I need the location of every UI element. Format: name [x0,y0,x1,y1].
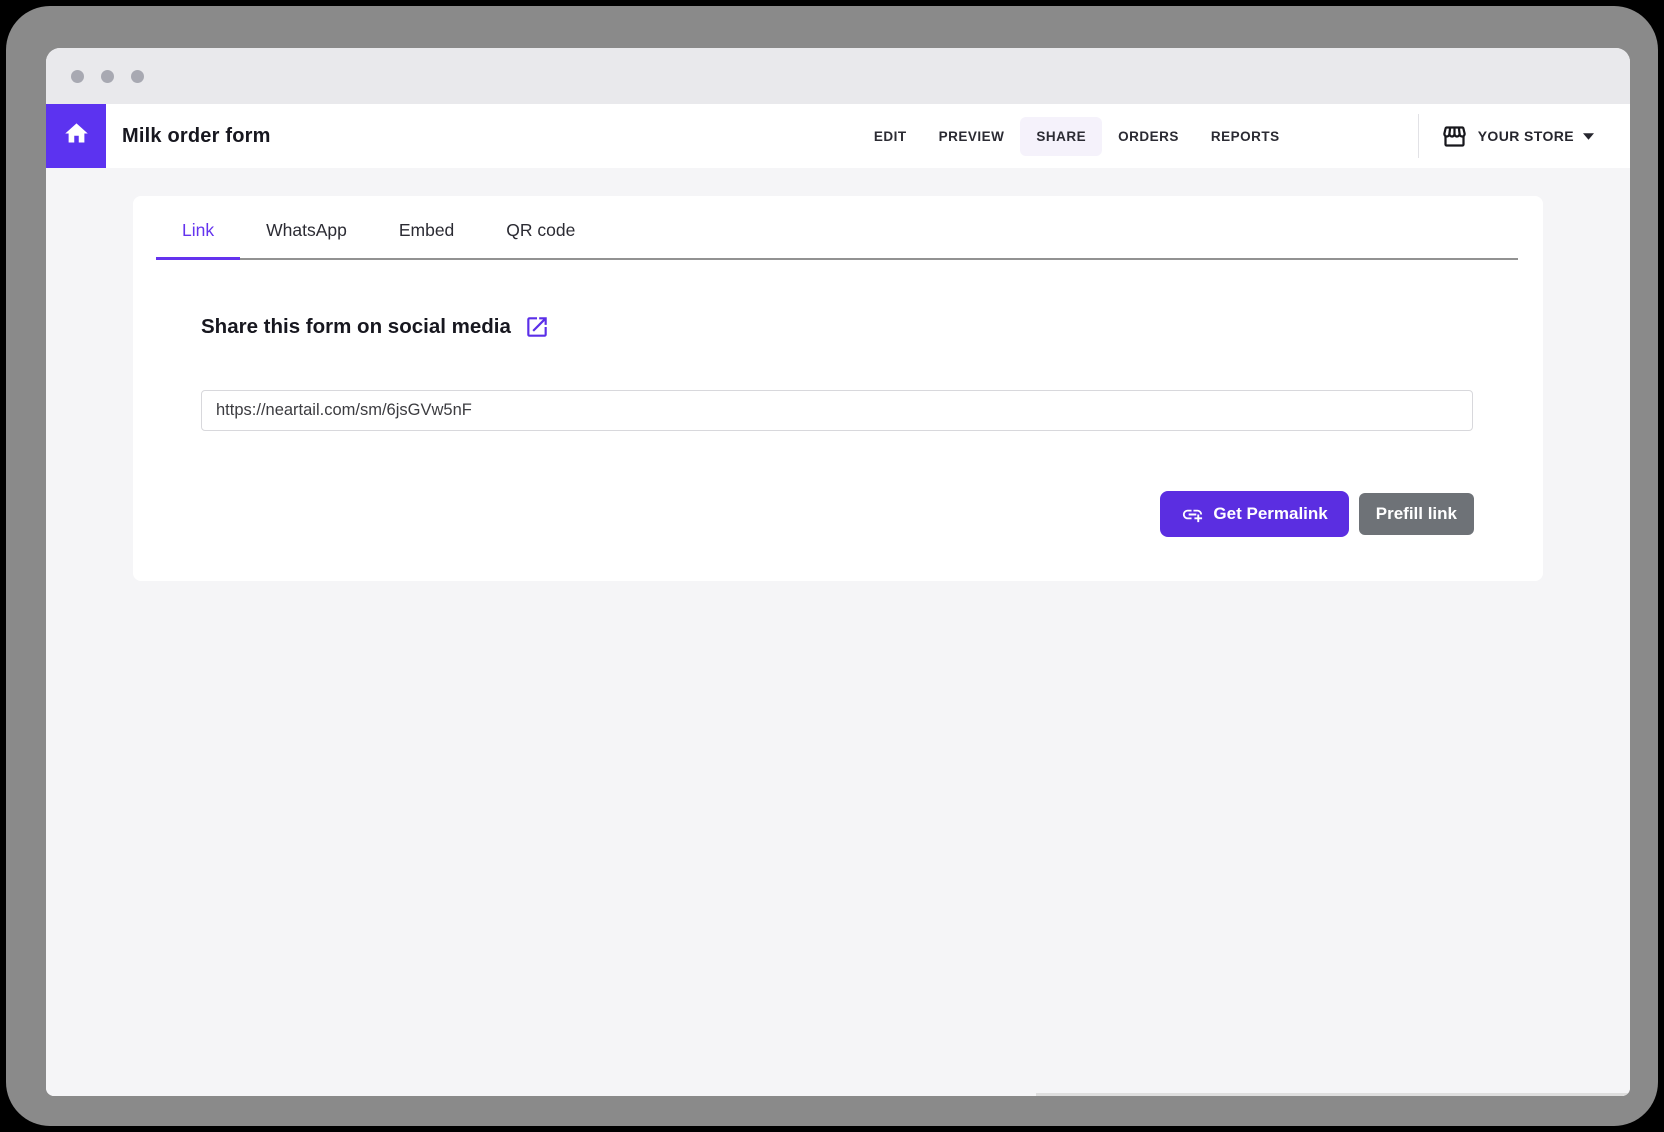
main-content: Link WhatsApp Embed QR code Share this f… [46,168,1630,1096]
prefill-link-label: Prefill link [1376,504,1457,524]
tab-whatsapp[interactable]: WhatsApp [240,220,373,258]
tab-embed[interactable]: Embed [373,220,480,258]
browser-window: Milk order form EDIT PREVIEW SHARE ORDER… [46,48,1630,1096]
nav-divider [1418,114,1419,158]
actions-row: Get Permalink Prefill link [1160,491,1474,537]
get-permalink-label: Get Permalink [1213,504,1327,524]
nav-item-share[interactable]: SHARE [1020,117,1102,156]
home-icon [63,120,90,152]
storefront-icon [1441,123,1468,150]
prefill-link-button[interactable]: Prefill link [1359,493,1474,535]
window-dot-icon[interactable] [131,70,144,83]
share-tabs: Link WhatsApp Embed QR code [156,196,1518,260]
top-nav: EDIT PREVIEW SHARE ORDERS REPORTS [858,117,1296,156]
tab-qr-code[interactable]: QR code [480,220,601,258]
add-link-icon [1181,503,1204,526]
window-titlebar [46,48,1630,104]
nav-item-reports[interactable]: REPORTS [1195,117,1296,156]
nav-item-preview[interactable]: PREVIEW [923,117,1021,156]
your-store-menu[interactable]: YOUR STORE [1418,114,1594,158]
screenshot-stage: Milk order form EDIT PREVIEW SHARE ORDER… [0,0,1664,1132]
device-frame: Milk order form EDIT PREVIEW SHARE ORDER… [6,6,1658,1126]
window-bottom-edge [1036,1093,1630,1096]
window-controls [71,48,144,104]
chevron-down-icon [1583,133,1594,140]
window-dot-icon[interactable] [101,70,114,83]
get-permalink-button[interactable]: Get Permalink [1160,491,1348,537]
page-title: Milk order form [122,125,271,148]
share-card: Link WhatsApp Embed QR code Share this f… [133,196,1543,581]
tab-link[interactable]: Link [156,220,240,260]
home-button[interactable] [46,104,106,168]
section-title-row: Share this form on social media [201,314,550,340]
store-label: YOUR STORE [1478,128,1574,144]
window-dot-icon[interactable] [71,70,84,83]
app-header: Milk order form EDIT PREVIEW SHARE ORDER… [46,104,1630,168]
share-url-input[interactable] [201,390,1473,431]
open-in-new-icon[interactable] [524,314,550,340]
section-title: Share this form on social media [201,315,511,339]
nav-item-orders[interactable]: ORDERS [1102,117,1195,156]
nav-item-edit[interactable]: EDIT [858,117,923,156]
